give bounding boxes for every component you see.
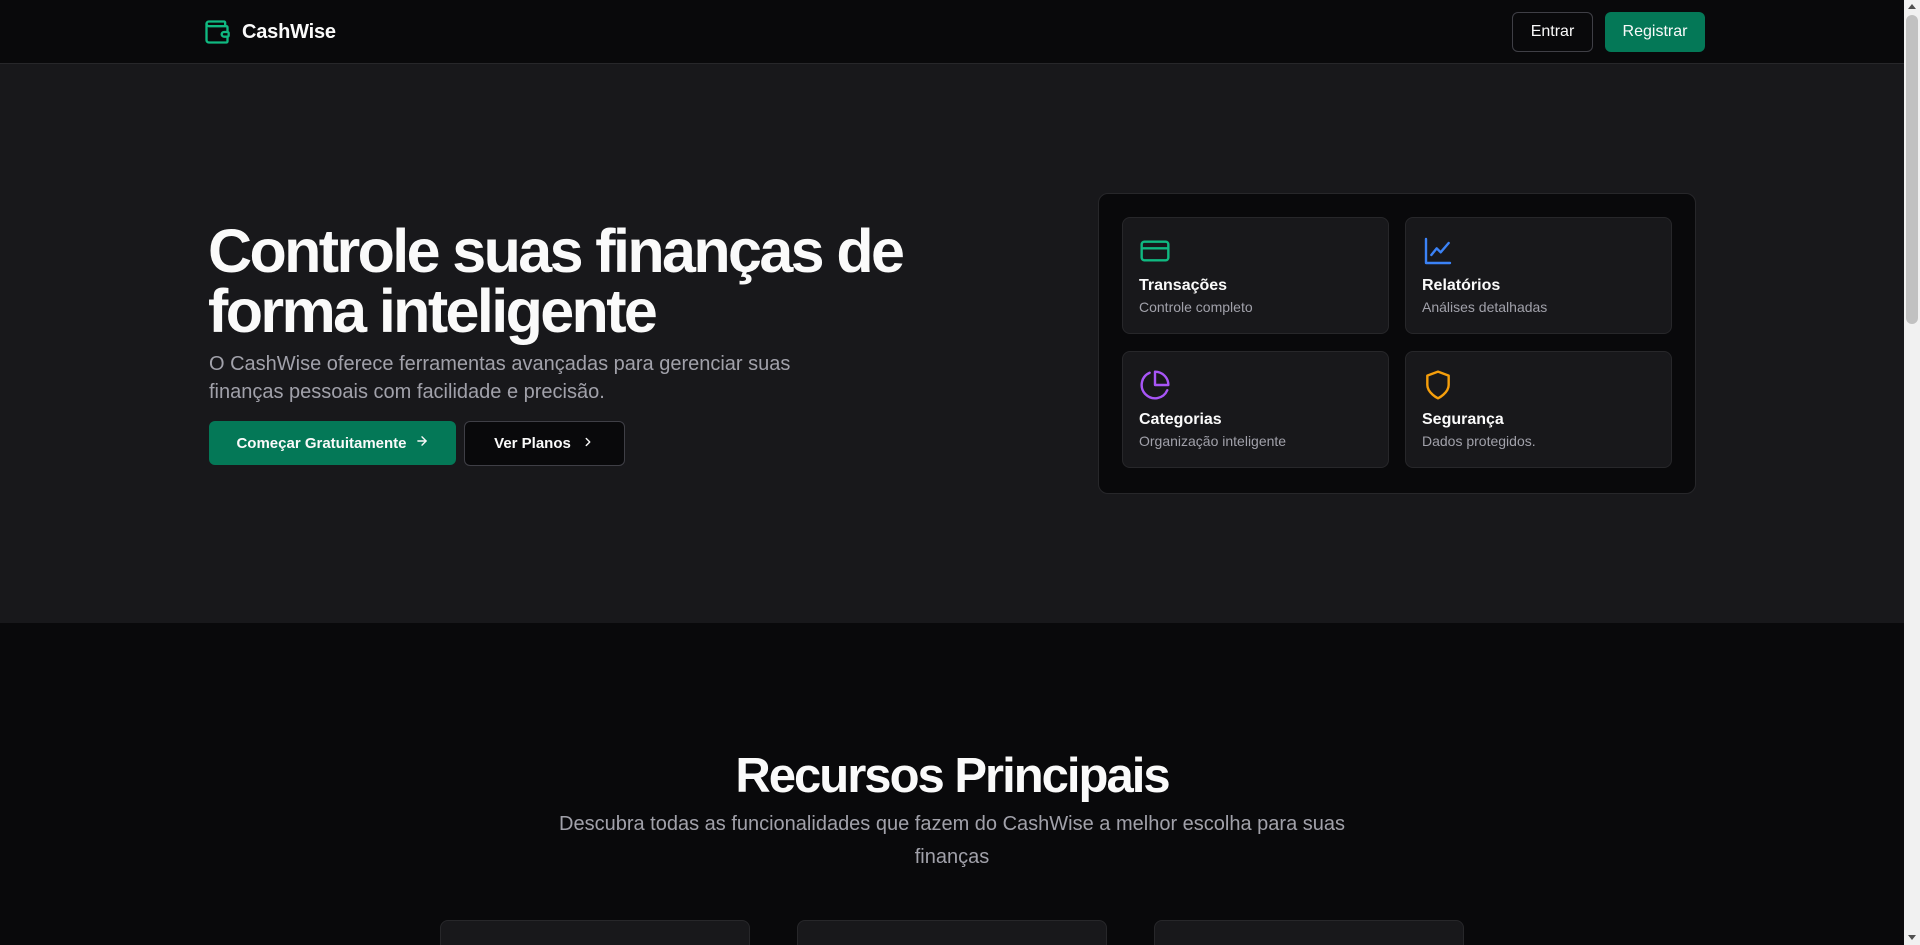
feature-card-relatorios[interactable]: Relatórios Análises detalhadas xyxy=(1405,217,1672,334)
start-free-label: Começar Gratuitamente xyxy=(236,434,407,452)
features-section: Recursos Principais Descubra todas as fu… xyxy=(0,623,1904,945)
arrow-right-icon xyxy=(415,434,429,452)
feature-subtitle: Controle completo xyxy=(1139,299,1253,315)
scroll-up-arrow-icon[interactable] xyxy=(1908,4,1916,9)
feature-title: Segurança xyxy=(1422,411,1504,428)
hero-section: Controle suas finanças de forma intelige… xyxy=(0,64,1904,623)
scrollbar-thumb[interactable] xyxy=(1906,15,1918,324)
feature-card-seguranca[interactable]: Segurança Dados protegidos. xyxy=(1405,351,1672,468)
feature-title: Categorias xyxy=(1139,411,1222,428)
start-free-button[interactable]: Começar Gratuitamente xyxy=(209,421,456,465)
brand-name: CashWise xyxy=(242,20,336,43)
hero-title: Controle suas finanças de forma intelige… xyxy=(208,221,928,342)
hero-title-line1: Controle suas finanças de xyxy=(208,217,905,285)
feature-title: Transações xyxy=(1139,277,1228,294)
hero-title-line2: forma inteligente xyxy=(208,277,658,345)
scroll-down-arrow-icon[interactable] xyxy=(1908,935,1916,940)
shield-icon xyxy=(1422,369,1454,401)
brand-logo[interactable]: CashWise xyxy=(202,17,336,47)
feature-card-transacoes[interactable]: Transações Controle completo xyxy=(1122,217,1389,334)
hero-description: O CashWise oferece ferramentas avançadas… xyxy=(209,353,791,403)
login-button[interactable]: Entrar xyxy=(1512,12,1593,52)
feature-subtitle: Análises detalhadas xyxy=(1422,299,1548,315)
feature-subtitle: Organização inteligente xyxy=(1139,433,1287,449)
resource-card xyxy=(440,920,750,945)
feature-card-categorias[interactable]: Categorias Organização inteligente xyxy=(1122,351,1389,468)
section-title: Recursos Principais xyxy=(735,749,1170,803)
landing-page: CashWise Entrar Registrar Controle suas … xyxy=(0,0,1920,945)
view-plans-label: Ver Planos xyxy=(494,435,571,452)
section-subtitle: Descubra todas as funcionalidades que fa… xyxy=(559,813,1345,868)
chevron-right-icon xyxy=(581,435,595,453)
register-button[interactable]: Registrar xyxy=(1605,12,1705,52)
resource-card xyxy=(1154,920,1464,945)
credit-card-icon xyxy=(1139,235,1171,267)
feature-grid-panel: Transações Controle completo Relatórios … xyxy=(1098,193,1696,494)
pie-chart-icon xyxy=(1139,369,1171,401)
top-navbar: CashWise Entrar Registrar xyxy=(0,0,1904,64)
view-plans-button[interactable]: Ver Planos xyxy=(464,421,625,466)
feature-subtitle: Dados protegidos. xyxy=(1422,433,1536,449)
line-chart-icon xyxy=(1422,235,1454,267)
page-scrollbar[interactable] xyxy=(1904,0,1920,945)
resource-card xyxy=(797,920,1107,945)
feature-title: Relatórios xyxy=(1422,277,1501,294)
wallet-icon xyxy=(202,17,232,47)
